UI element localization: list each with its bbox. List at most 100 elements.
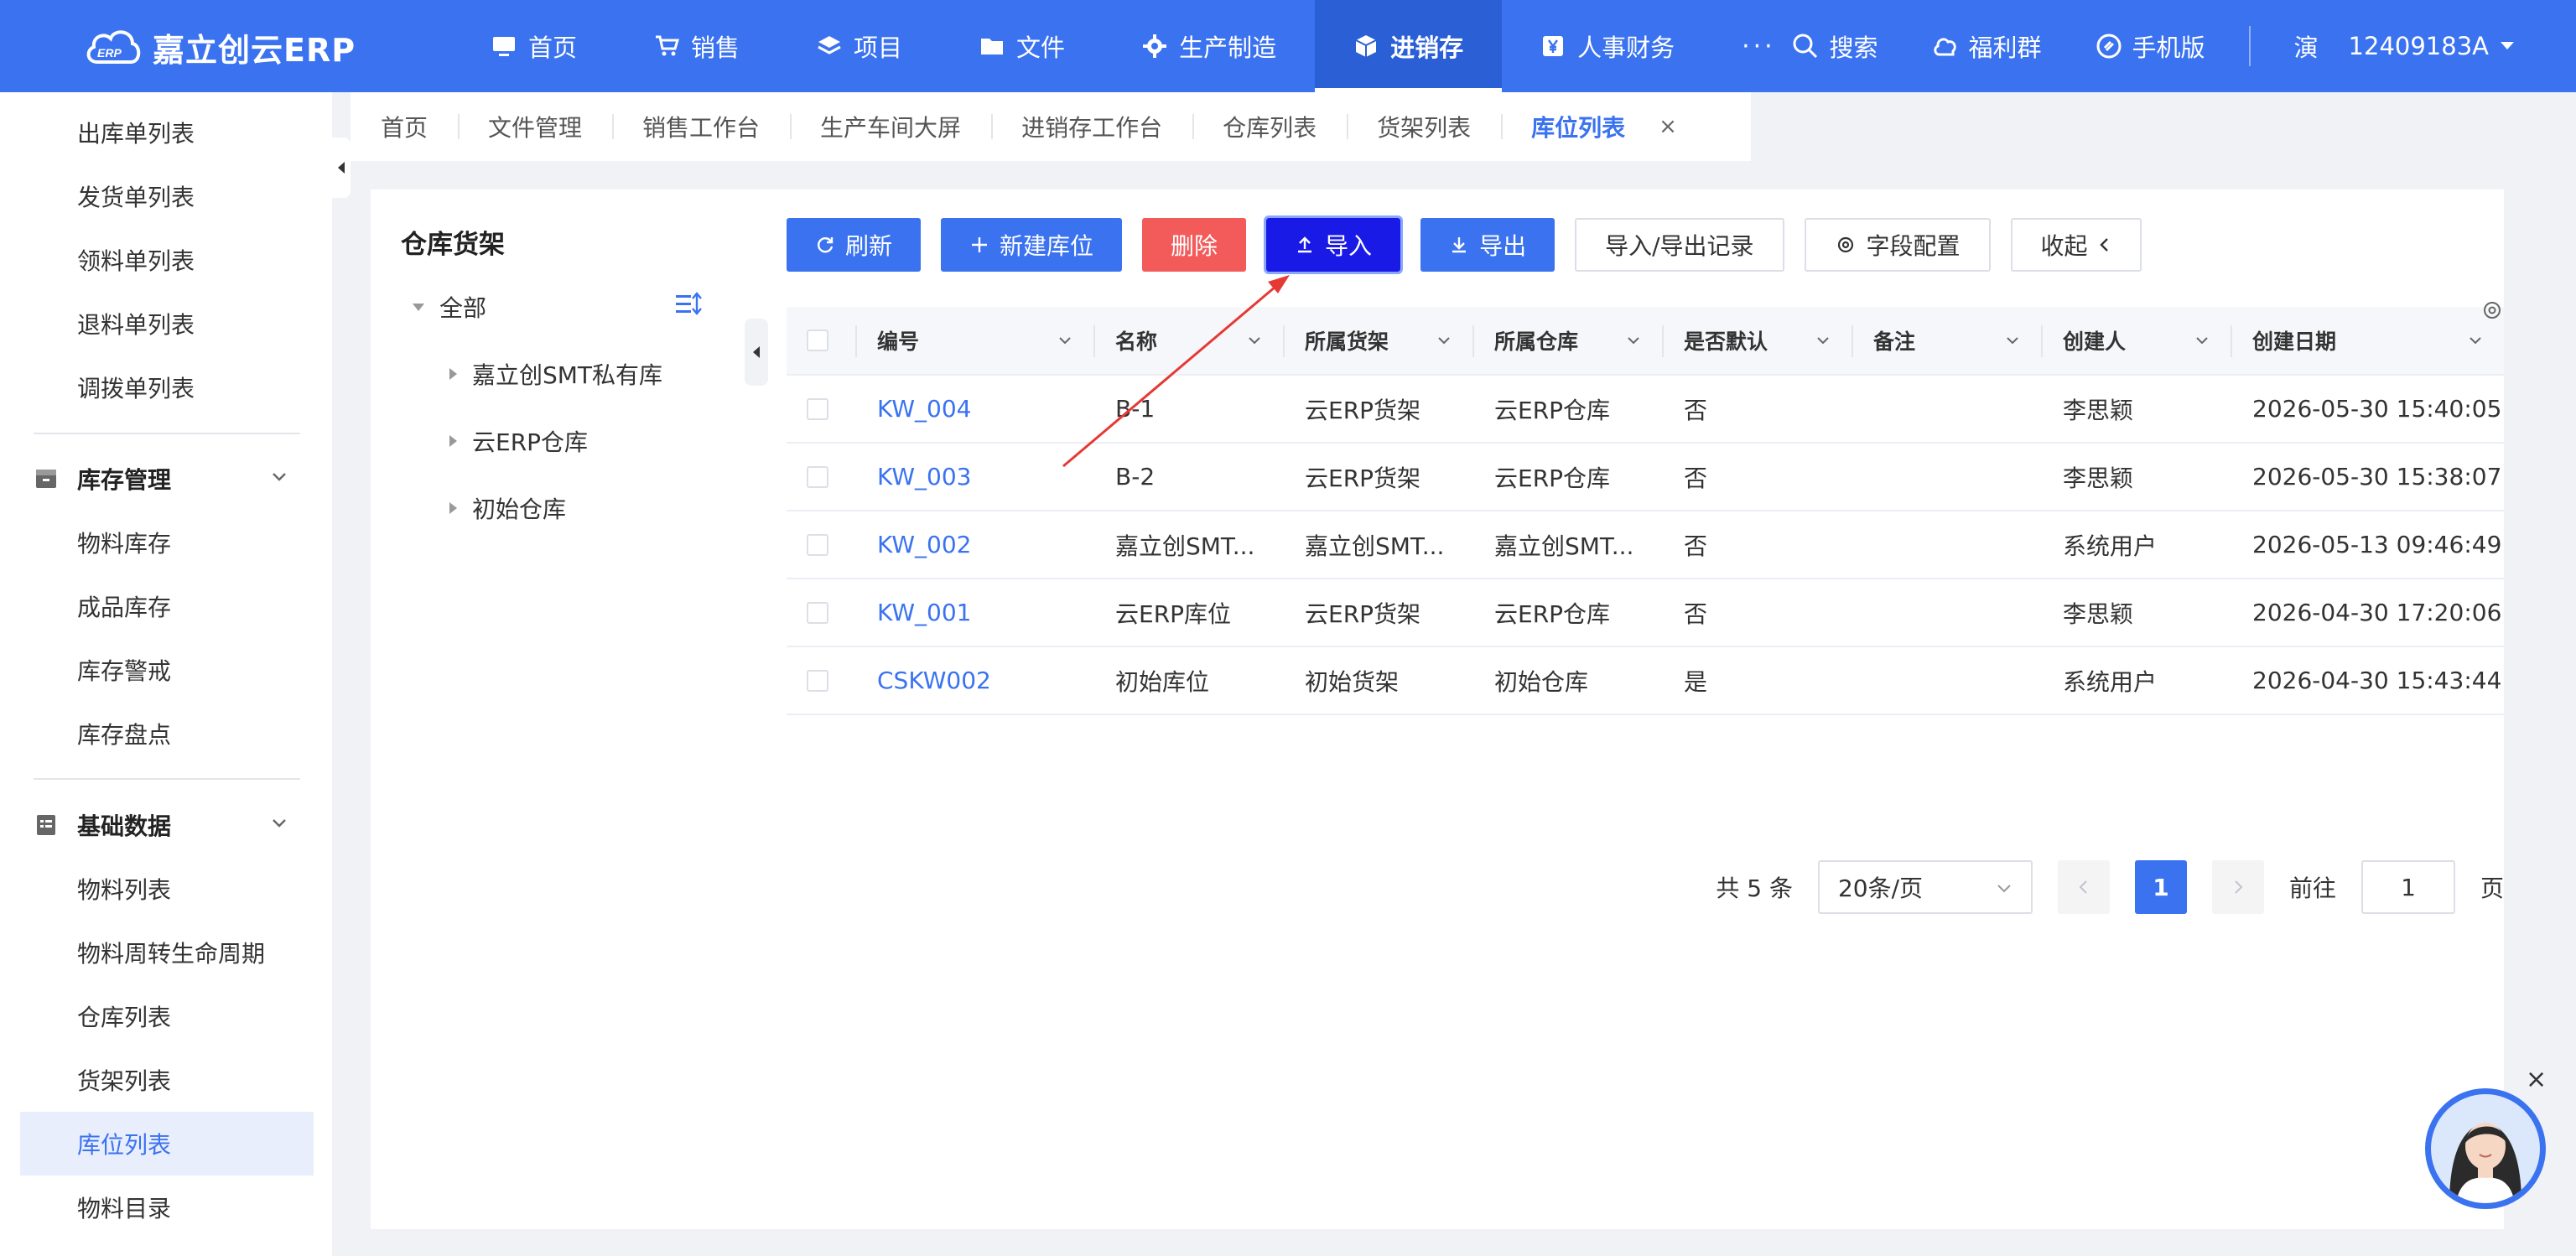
sidebar-group-basic-data[interactable]: 基础数据	[20, 793, 314, 857]
caret-left-icon	[753, 346, 760, 358]
sidebar-divider	[34, 778, 300, 780]
sidebar-item-stock-count[interactable]: 库存盘点	[20, 702, 314, 766]
tab-shelf-list[interactable]: 货架列表	[1347, 92, 1501, 161]
location-code-link[interactable]: CSKW002	[877, 667, 991, 694]
sidebar-item-shelf-list[interactable]: 货架列表	[20, 1048, 314, 1112]
pagination: 共 5 条 20条/页 1 前往 1 页	[1716, 860, 2504, 914]
column-header-warehouse[interactable]: 所属仓库	[1472, 307, 1662, 374]
location-code-link[interactable]: KW_002	[877, 531, 972, 558]
svg-text:ERP: ERP	[97, 46, 122, 60]
page-number-current[interactable]: 1	[2134, 860, 2187, 914]
assistant-avatar[interactable]	[2425, 1088, 2546, 1209]
table-row[interactable]: KW_002 嘉立创SMT... 嘉立创SMT... 嘉立创SMT... 否 系…	[787, 511, 2504, 579]
table-row[interactable]: CSKW002 初始库位 初始货架 初始仓库 是 系统用户 2026-04-30…	[787, 647, 2504, 715]
column-header-name[interactable]: 名称	[1093, 307, 1283, 374]
table-row[interactable]: KW_001 云ERP库位 云ERP货架 云ERP仓库 否 李思颖 2026-0…	[787, 579, 2504, 647]
sidebar-item-warehouse-list[interactable]: 仓库列表	[20, 984, 314, 1048]
tree-node-cloud-erp-warehouse[interactable]: 云ERP仓库	[449, 424, 588, 458]
nav-sales[interactable]: 销售	[615, 0, 778, 92]
sidebar-item-product-stock[interactable]: 成品库存	[20, 574, 314, 638]
collapse-button[interactable]: 收起	[2010, 218, 2142, 272]
sort-list-icon[interactable]	[674, 290, 703, 319]
refresh-button[interactable]: 刷新	[787, 218, 922, 272]
export-button[interactable]: 导出	[1420, 218, 1555, 272]
table-row[interactable]: KW_004 B-1 云ERP货架 云ERP仓库 否 李思颖 2026-05-3…	[787, 376, 2504, 444]
sidebar-item-stock-alert[interactable]: 库存警戒	[20, 638, 314, 702]
sidebar-item-location-list[interactable]: 库位列表	[20, 1112, 314, 1176]
sidebar-item-delivery-list[interactable]: 发货单列表	[20, 164, 314, 228]
nav-project[interactable]: 项目	[778, 0, 941, 92]
sidebar-item-outbound-list[interactable]: 出库单列表	[20, 101, 314, 164]
nav-production[interactable]: 生产制造	[1104, 0, 1315, 92]
column-header-default[interactable]: 是否默认	[1662, 307, 1852, 374]
sidebar-item-material-lifecycle[interactable]: 物料周转生命周期	[20, 921, 314, 984]
nav-hr-finance[interactable]: 人事财务	[1502, 0, 1713, 92]
cell-warehouse: 云ERP仓库	[1494, 464, 1611, 492]
sidebar-item-picking-list[interactable]: 领料单列表	[20, 228, 314, 292]
cell-note	[1852, 444, 2041, 510]
tab-sales-workbench[interactable]: 销售工作台	[612, 92, 790, 161]
tree-collapse-handle[interactable]	[745, 319, 768, 386]
assistant-close-icon[interactable]: ×	[2526, 1065, 2547, 1094]
import-export-records-button[interactable]: 导入/导出记录	[1575, 218, 1784, 272]
nav-home[interactable]: 首页	[453, 0, 615, 92]
tab-workshop-screen[interactable]: 生产车间大屏	[790, 92, 991, 161]
tab-home[interactable]: 首页	[351, 92, 458, 161]
sidebar-item-material-list[interactable]: 物料列表	[20, 857, 314, 921]
tab-location-list[interactable]: 库位列表 ×	[1501, 92, 1707, 161]
sidebar-item-material-stock[interactable]: 物料库存	[20, 511, 314, 574]
chevron-left-icon	[2079, 880, 2087, 894]
tab-close-icon[interactable]: ×	[1659, 114, 1677, 139]
chevron-right-icon	[2235, 880, 2243, 894]
column-header-creator[interactable]: 创建人	[2041, 307, 2231, 374]
column-header-created-date[interactable]: 创建日期	[2231, 307, 2504, 374]
sidebar-item-return-list[interactable]: 退料单列表	[20, 292, 314, 356]
location-code-link[interactable]: KW_003	[877, 463, 972, 490]
mobile-version-button[interactable]: 手机版	[2069, 29, 2232, 64]
column-header-shelf[interactable]: 所属货架	[1283, 307, 1472, 374]
location-code-link[interactable]: KW_001	[877, 599, 972, 626]
nav-inventory[interactable]: 进销存	[1315, 0, 1503, 92]
column-header-note[interactable]: 备注	[1852, 307, 2041, 374]
row-checkbox[interactable]	[807, 465, 828, 488]
row-checkbox[interactable]	[807, 669, 828, 692]
row-checkbox[interactable]	[807, 397, 828, 420]
new-location-button[interactable]: 新建库位	[941, 218, 1123, 272]
sidebar-group-inventory[interactable]: 库存管理	[20, 447, 314, 511]
table-header: 编号 名称 所属货架 所属仓库 是否默认 备注 创建人 创建日期	[787, 307, 2504, 376]
table-row[interactable]: KW_003 B-2 云ERP货架 云ERP仓库 否 李思颖 2026-05-3…	[787, 444, 2504, 511]
tree-node-initial-warehouse[interactable]: 初始仓库	[449, 491, 566, 525]
import-button[interactable]: 导入	[1264, 215, 1404, 274]
sidebar-item-material-catalog[interactable]: 物料目录	[20, 1176, 314, 1239]
row-checkbox[interactable]	[807, 601, 828, 624]
user-menu[interactable]: 演 12409183A	[2267, 29, 2542, 64]
delete-button[interactable]: 删除	[1142, 218, 1247, 272]
page-size-select[interactable]: 20条/页	[1817, 860, 2033, 914]
caret-left-icon	[338, 162, 345, 174]
tab-warehouse-list[interactable]: 仓库列表	[1192, 92, 1347, 161]
search-button[interactable]: 搜索	[1765, 29, 1904, 64]
sidebar-collapse-handle[interactable]	[332, 138, 351, 198]
row-checkbox[interactable]	[807, 533, 828, 556]
cell-creator: 李思颖	[2063, 599, 2134, 628]
row-select-cell	[787, 647, 855, 714]
location-code-link[interactable]: KW_004	[877, 395, 972, 423]
field-config-button[interactable]: 字段配置	[1804, 218, 1991, 272]
chevron-down-icon	[1628, 337, 1639, 345]
tab-file-management[interactable]: 文件管理	[458, 92, 612, 161]
prev-page-button[interactable]	[2057, 860, 2110, 914]
select-all-checkbox[interactable]	[807, 330, 828, 351]
goto-page-input[interactable]: 1	[2360, 860, 2455, 914]
next-page-button[interactable]	[2211, 860, 2264, 914]
column-header-code[interactable]: 编号	[855, 307, 1093, 374]
tab-inventory-workbench[interactable]: 进销存工作台	[991, 92, 1192, 161]
tree-node-smt-private[interactable]: 嘉立创SMT私有库	[449, 357, 662, 391]
sidebar-item-transfer-list[interactable]: 调拨单列表	[20, 356, 314, 419]
tree-node-all[interactable]: 全部	[413, 290, 486, 324]
nav-files[interactable]: 文件	[941, 0, 1104, 92]
cell-code: KW_004	[855, 376, 1093, 442]
cell-name: B-1	[1115, 395, 1156, 423]
app-logo[interactable]: ERP 嘉立创云ERP	[84, 22, 356, 72]
welfare-group-button[interactable]: 福利群	[1905, 29, 2069, 64]
expand-right-icon	[449, 502, 457, 514]
